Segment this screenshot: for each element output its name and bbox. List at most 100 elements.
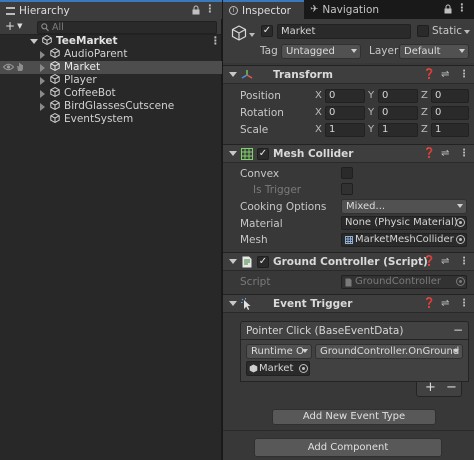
collapse-arrow-icon[interactable] bbox=[229, 259, 237, 264]
rotation-y-field[interactable]: 0 bbox=[378, 106, 418, 120]
component-more-icon[interactable]: ⋮ bbox=[459, 256, 469, 267]
collapse-arrow-icon[interactable] bbox=[229, 151, 237, 156]
remove-event-button[interactable]: − bbox=[453, 323, 463, 337]
expand-arrow-icon[interactable] bbox=[40, 102, 45, 111]
function-dropdown[interactable]: GroundController.OnGround bbox=[315, 344, 463, 359]
object-picker-icon[interactable] bbox=[299, 364, 308, 376]
tag-value: Untagged bbox=[286, 46, 335, 57]
remove-listener-button[interactable]: − bbox=[446, 380, 457, 395]
position-x-field[interactable]: 0 bbox=[325, 89, 365, 103]
tab-hierarchy[interactable]: Hierarchy ⋮ bbox=[0, 0, 222, 19]
add-object-button[interactable]: + ▼ bbox=[5, 19, 22, 36]
convex-checkbox[interactable] bbox=[341, 167, 353, 179]
object-name-field[interactable]: Market bbox=[277, 24, 411, 39]
scene-more-icon[interactable]: ⋮ bbox=[210, 35, 221, 48]
add-component-button[interactable]: Add Component bbox=[254, 438, 442, 457]
presets-icon[interactable]: ⇌ bbox=[441, 148, 449, 159]
expand-arrow-icon[interactable] bbox=[40, 76, 45, 85]
lock-icon[interactable] bbox=[444, 4, 452, 17]
info-icon: i bbox=[229, 6, 238, 15]
scale-x-field[interactable]: 1 bbox=[325, 123, 365, 137]
scene-row[interactable]: TeeMarket ⋮ bbox=[30, 34, 221, 48]
static-dropdown-icon[interactable] bbox=[464, 30, 470, 34]
layer-dropdown[interactable]: Default bbox=[399, 44, 469, 59]
rotation-x-field[interactable]: 0 bbox=[325, 106, 365, 120]
list-item[interactable]: AudioParent bbox=[40, 47, 127, 61]
expand-arrow-icon[interactable] bbox=[30, 39, 38, 44]
position-z-field[interactable]: 0 bbox=[431, 89, 469, 103]
script-enabled-checkbox[interactable]: ✓ bbox=[257, 256, 269, 268]
collapse-arrow-icon[interactable] bbox=[229, 72, 237, 77]
more-options-icon[interactable]: ⋮ bbox=[457, 2, 468, 14]
field-value: 1 bbox=[329, 124, 336, 135]
presets-icon[interactable]: ⇌ bbox=[441, 298, 449, 309]
field-value: 1 bbox=[382, 124, 389, 135]
component-more-icon[interactable]: ⋮ bbox=[459, 69, 469, 80]
expand-arrow-icon[interactable] bbox=[40, 50, 45, 59]
more-options-icon[interactable]: ⋮ bbox=[205, 3, 216, 15]
expand-arrow-icon[interactable] bbox=[40, 89, 45, 98]
list-item-label: Player bbox=[64, 74, 97, 86]
help-icon[interactable]: ❓ bbox=[423, 148, 435, 159]
y-axis-label[interactable]: Y bbox=[368, 124, 374, 135]
position-y-field[interactable]: 0 bbox=[378, 89, 418, 103]
x-axis-label[interactable]: X bbox=[315, 124, 322, 135]
expand-arrow-icon[interactable] bbox=[40, 63, 45, 72]
object-picker-icon[interactable] bbox=[456, 235, 465, 247]
tab-inspector[interactable]: i Inspector bbox=[223, 0, 304, 19]
pickable-hand-icon[interactable] bbox=[16, 62, 25, 75]
x-axis-label[interactable]: X bbox=[315, 90, 322, 101]
list-item[interactable]: EventSystem bbox=[50, 112, 133, 127]
tag-dropdown[interactable]: Untagged bbox=[281, 44, 361, 59]
presets-icon[interactable]: ⇌ bbox=[441, 69, 449, 80]
help-icon[interactable]: ❓ bbox=[423, 298, 435, 309]
list-item[interactable]: Market bbox=[40, 60, 100, 74]
help-icon[interactable]: ❓ bbox=[423, 256, 435, 267]
target-object-value: Market bbox=[259, 363, 294, 374]
static-checkbox[interactable] bbox=[417, 25, 429, 37]
scale-y-field[interactable]: 1 bbox=[378, 123, 418, 137]
mesh-collider-enabled-checkbox[interactable]: ✓ bbox=[257, 148, 269, 160]
add-new-event-type-button[interactable]: Add New Event Type bbox=[272, 409, 436, 425]
object-picker-icon bbox=[456, 277, 465, 289]
chevron-down-icon bbox=[453, 349, 459, 353]
x-axis-label[interactable]: X bbox=[315, 107, 322, 118]
is-trigger-label: Is Trigger bbox=[253, 184, 302, 196]
ground-controller-header[interactable]: ✓ Ground Controller (Script) ❓ ⇌ ⋮ bbox=[223, 252, 474, 271]
gameobject-cube-icon bbox=[50, 112, 60, 127]
transform-header[interactable]: Transform ❓ ⇌ ⋮ bbox=[223, 65, 474, 84]
y-axis-label[interactable]: Y bbox=[368, 107, 374, 118]
active-checkbox[interactable]: ✓ bbox=[261, 25, 273, 37]
scale-z-field[interactable]: 1 bbox=[431, 123, 469, 137]
help-icon[interactable]: ❓ bbox=[423, 69, 435, 80]
scene-name: TeeMarket bbox=[56, 35, 118, 47]
component-more-icon[interactable]: ⋮ bbox=[459, 148, 469, 159]
mesh-field[interactable]: MarketMeshCollider bbox=[341, 233, 467, 247]
cooking-options-dropdown[interactable]: Mixed... bbox=[341, 199, 467, 214]
list-item[interactable]: CoffeeBot bbox=[40, 86, 116, 100]
search-input[interactable]: All bbox=[37, 21, 217, 34]
component-more-icon[interactable]: ⋮ bbox=[459, 298, 469, 309]
z-axis-label[interactable]: Z bbox=[421, 124, 428, 135]
event-trigger-header[interactable]: Event Trigger ❓ ⇌ ⋮ bbox=[223, 294, 474, 313]
presets-icon[interactable]: ⇌ bbox=[441, 256, 449, 267]
component-title: Ground Controller (Script) bbox=[273, 256, 428, 268]
visibility-eye-icon[interactable] bbox=[2, 62, 15, 75]
z-axis-label[interactable]: Z bbox=[421, 90, 428, 101]
collapse-arrow-icon[interactable] bbox=[229, 301, 237, 306]
mesh-collider-header[interactable]: ✓ Mesh Collider ❓ ⇌ ⋮ bbox=[223, 144, 474, 163]
runtime-mode-dropdown[interactable]: Runtime O bbox=[246, 344, 312, 359]
object-picker-icon[interactable] bbox=[456, 218, 465, 230]
inspector-tab-label: Inspector bbox=[242, 4, 291, 17]
y-axis-label[interactable]: Y bbox=[368, 90, 374, 101]
z-axis-label[interactable]: Z bbox=[421, 107, 428, 118]
material-field[interactable]: None (Physic Material) bbox=[341, 216, 467, 230]
list-item[interactable]: BirdGlassesCutscene bbox=[40, 99, 174, 113]
tab-navigation[interactable]: ✈ Navigation bbox=[304, 0, 385, 19]
add-listener-button[interactable]: + bbox=[425, 380, 436, 395]
rotation-z-field[interactable]: 0 bbox=[431, 106, 469, 120]
list-item[interactable]: Player bbox=[40, 73, 97, 87]
mesh-collider-icon bbox=[241, 148, 253, 163]
icon-dropdown-arrow-icon[interactable] bbox=[249, 33, 255, 37]
lock-icon[interactable] bbox=[192, 5, 200, 18]
